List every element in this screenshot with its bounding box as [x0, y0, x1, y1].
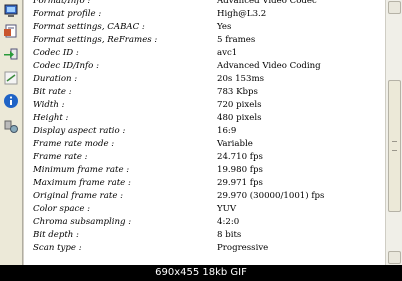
info-key: Display aspect ratio :	[33, 126, 126, 136]
info-value: 480 pixels	[217, 113, 262, 123]
scroll-down-button[interactable]	[388, 251, 401, 264]
info-key: Maximum frame rate :	[33, 178, 131, 188]
info-value: 783 Kbps	[217, 87, 258, 97]
computer-icon[interactable]	[3, 3, 19, 19]
info-key: Format settings, CABAC :	[33, 22, 145, 32]
info-key: Original frame rate :	[33, 191, 124, 201]
info-value: Yes	[217, 22, 232, 32]
info-row: Format/Info : Advanced Video Codec	[24, 0, 386, 8]
info-row: Duration : 20s 153ms	[24, 73, 386, 86]
info-key: Codec ID :	[33, 48, 79, 58]
info-value: 24.710 fps	[217, 152, 263, 162]
chart-icon[interactable]	[3, 70, 19, 86]
info-key: Scan type :	[33, 243, 82, 253]
info-row: Scan type : Progressive	[24, 242, 386, 255]
info-key: Width :	[33, 100, 65, 110]
info-value: 19.980 fps	[217, 165, 263, 175]
mediainfo-window: Format/Info : Advanced Video Codec Format…	[0, 0, 402, 265]
info-icon[interactable]	[3, 93, 19, 109]
info-row: Format settings, CABAC : Yes	[24, 21, 386, 34]
vertical-scrollbar[interactable]	[385, 0, 402, 265]
import-icon[interactable]	[3, 46, 19, 62]
info-key: Color space :	[33, 204, 91, 214]
info-key: Format/Info :	[33, 0, 91, 6]
info-value: YUV	[217, 204, 237, 214]
info-key: Bit rate :	[33, 87, 72, 97]
settings-icon[interactable]	[3, 118, 19, 134]
info-row: Format settings, ReFrames : 5 frames	[24, 34, 386, 47]
info-value: 29.970 (30000/1001) fps	[217, 191, 325, 201]
info-key: Chroma subsampling :	[33, 217, 132, 227]
scrollbar-thumb[interactable]	[388, 80, 401, 212]
info-value: avc1	[217, 48, 238, 58]
info-key: Frame rate :	[33, 152, 88, 162]
info-row: Original frame rate : 29.970 (30000/1001)…	[24, 190, 386, 203]
info-value: Advanced Video Coding	[217, 61, 321, 71]
info-key: Frame rate mode :	[33, 139, 115, 149]
info-value: 5 frames	[217, 35, 256, 45]
info-row: Minimum frame rate : 19.980 fps	[24, 164, 386, 177]
info-key: Codec ID/Info :	[33, 61, 99, 71]
image-caption: 690x455 18kb GIF	[0, 265, 402, 281]
info-value: 4:2:0	[217, 217, 240, 227]
info-value: 8 bits	[217, 230, 242, 240]
info-value: Variable	[217, 139, 253, 149]
info-row: Frame rate : 24.710 fps	[24, 151, 386, 164]
grip-icon	[392, 141, 397, 151]
info-value: 16:9	[217, 126, 237, 136]
info-key: Format profile :	[33, 9, 102, 19]
scroll-up-button[interactable]	[388, 1, 401, 14]
info-value: 20s 153ms	[217, 74, 265, 84]
info-row: Maximum frame rate : 29.971 fps	[24, 177, 386, 190]
info-row: Width : 720 pixels	[24, 99, 386, 112]
info-key: Minimum frame rate :	[33, 165, 130, 175]
info-row: Frame rate mode : Variable	[24, 138, 386, 151]
info-panel: Format/Info : Advanced Video Codec Format…	[24, 0, 386, 265]
info-value: 720 pixels	[217, 100, 262, 110]
info-value: 29.971 fps	[217, 178, 263, 188]
sheet-icon[interactable]	[3, 23, 19, 39]
info-value: Advanced Video Codec	[217, 0, 317, 6]
left-toolbar	[0, 0, 23, 265]
info-row: Format profile : High@L3.2	[24, 8, 386, 21]
info-row: Display aspect ratio : 16:9	[24, 125, 386, 138]
info-key: Duration :	[33, 74, 78, 84]
info-row: Height : 480 pixels	[24, 112, 386, 125]
info-value: High@L3.2	[217, 9, 267, 19]
info-row: Bit depth : 8 bits	[24, 229, 386, 242]
info-key: Format settings, ReFrames :	[33, 35, 158, 45]
info-key: Height :	[33, 113, 69, 123]
info-value: Progressive	[217, 243, 269, 253]
info-key: Bit depth :	[33, 230, 79, 240]
info-row: Codec ID/Info : Advanced Video Coding	[24, 60, 386, 73]
info-row: Color space : YUV	[24, 203, 386, 216]
info-row: Codec ID : avc1	[24, 47, 386, 60]
info-row: Chroma subsampling : 4:2:0	[24, 216, 386, 229]
info-row: Bit rate : 783 Kbps	[24, 86, 386, 99]
